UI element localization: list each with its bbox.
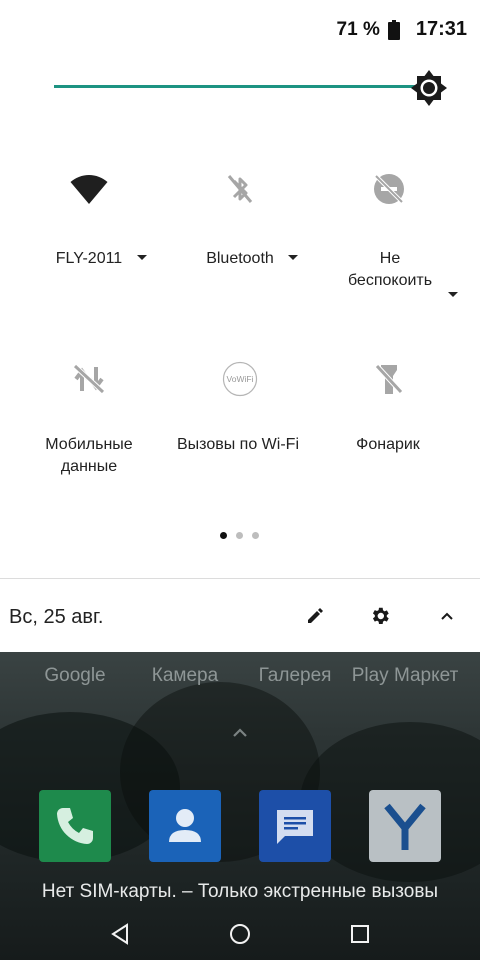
yandex-y-icon	[384, 803, 426, 850]
no-sim-message: Нет SIM-карты. – Только экстренные вызов…	[41, 881, 439, 902]
tile-mobile-data-label: Мобильные данные	[45, 436, 133, 475]
page-dot	[236, 532, 243, 539]
vowifi-icon: VoWiFi	[222, 361, 258, 397]
messages-app[interactable]	[259, 790, 331, 862]
settings-icon[interactable]	[368, 604, 392, 628]
contacts-icon	[169, 809, 201, 842]
date-row: Вс, 25 авг.	[0, 580, 480, 652]
wifi-icon	[70, 175, 108, 204]
tile-do-not-disturb[interactable]: Не беспокоить	[310, 168, 470, 318]
tile-wifi[interactable]: FLY-2011	[9, 168, 169, 288]
date-label: Вс, 25 авг.	[9, 606, 104, 628]
battery-icon	[387, 19, 400, 40]
home-app-camera[interactable]: Камера	[125, 664, 245, 687]
brightness-track	[54, 85, 417, 88]
home-app-google[interactable]: Google	[15, 664, 135, 687]
recents-button[interactable]	[340, 914, 380, 954]
page-dot-active	[220, 532, 227, 539]
clock: 17:31	[415, 18, 467, 40]
chevron-down-icon[interactable]	[288, 255, 298, 260]
contacts-app[interactable]	[149, 790, 221, 862]
phone-icon	[57, 808, 93, 844]
tile-flashlight-label: Фонарик	[356, 436, 420, 453]
back-icon	[111, 923, 128, 945]
page-indicator	[220, 532, 259, 539]
tile-mobile-data[interactable]: Мобильные данные	[9, 358, 169, 488]
collapse-icon[interactable]	[435, 604, 459, 628]
back-button[interactable]	[100, 914, 140, 954]
navigation-bar	[0, 906, 480, 960]
status-bar: 71 % 17:31	[0, 0, 480, 62]
mobile-data-off-icon	[73, 364, 105, 394]
tile-bluetooth[interactable]: Bluetooth	[160, 168, 320, 288]
home-icon	[230, 924, 250, 944]
page-dot	[252, 532, 259, 539]
chevron-down-icon[interactable]	[137, 255, 147, 260]
battery-percent: 71 %	[336, 18, 380, 40]
tile-wifi-calling-label: Вызовы по Wi-Fi	[177, 436, 299, 453]
chevron-down-icon[interactable]	[448, 292, 458, 297]
tile-dnd-label: Не беспокоить	[347, 250, 433, 289]
edit-icon[interactable]	[303, 604, 327, 628]
recents-icon	[351, 925, 369, 943]
app-drawer-arrow-icon[interactable]	[231, 724, 249, 742]
flashlight-off-icon	[375, 364, 403, 394]
tile-wifi-calling[interactable]: VoWiFi Вызовы по Wi-Fi	[158, 358, 318, 488]
home-app-play-market[interactable]: Play Маркет	[345, 664, 465, 687]
yandex-app[interactable]	[369, 790, 441, 862]
home-button[interactable]	[220, 914, 260, 954]
home-screen-background: Google Камера Галерея Play Маркет Нет SI…	[0, 652, 480, 960]
svg-text:VoWiFi: VoWiFi	[227, 374, 254, 384]
tile-flashlight[interactable]: Фонарик	[308, 358, 468, 488]
brightness-slider[interactable]	[54, 70, 450, 106]
messages-icon	[277, 810, 313, 844]
home-app-gallery[interactable]: Галерея	[235, 664, 355, 687]
bluetooth-off-icon	[227, 175, 253, 203]
do-not-disturb-off-icon	[374, 174, 404, 204]
brightness-icon[interactable]	[411, 70, 447, 106]
divider	[0, 578, 480, 579]
phone-app[interactable]	[39, 790, 111, 862]
